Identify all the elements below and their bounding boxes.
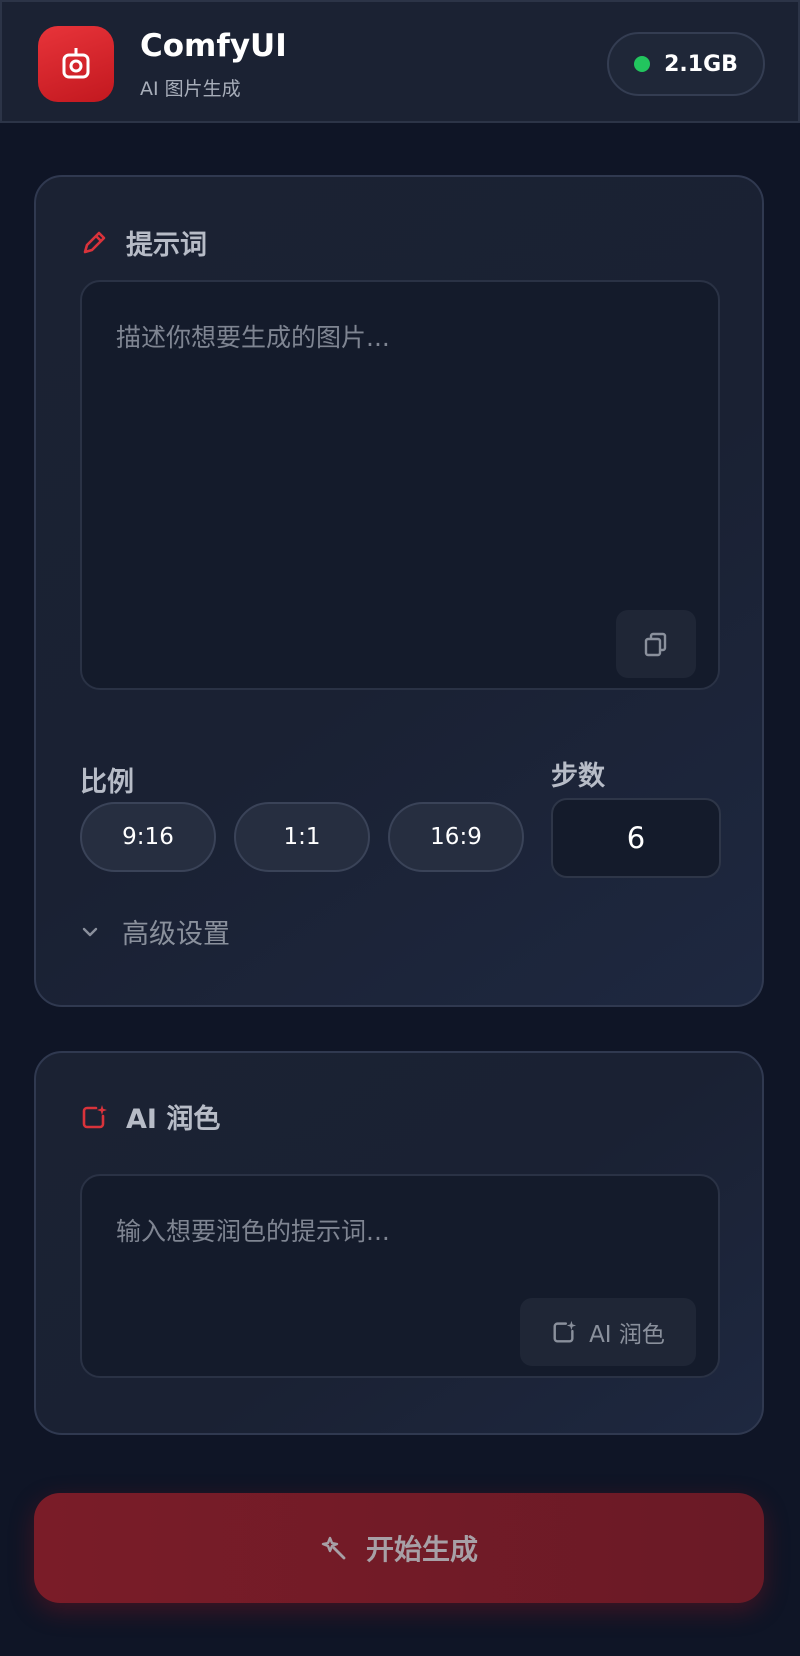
generate-button[interactable]: 开始生成: [34, 1493, 764, 1603]
status-dot-icon: [634, 56, 651, 72]
app-title: ComfyUI: [140, 28, 287, 64]
sparkle-square-icon: [82, 1104, 107, 1128]
app-logo: [38, 26, 114, 102]
prompt-card: 提示词 描述你想要生成的图片... 比例 9:16 1:1 16:9 步数 6 …: [34, 175, 764, 1007]
advanced-settings-label: 高级设置: [122, 919, 230, 950]
generate-button-label: 开始生成: [365, 1533, 478, 1566]
ai-polish-button[interactable]: AI 润色: [520, 1298, 696, 1366]
polish-card: AI 润色 输入想要润色的提示词... AI 润色: [34, 1051, 764, 1435]
robot-camera-icon: [62, 48, 90, 79]
ratio-label: 比例: [80, 767, 134, 798]
polish-input[interactable]: 输入想要润色的提示词... AI 润色: [80, 1174, 720, 1378]
magic-wand-icon: [321, 1536, 346, 1560]
memory-value: 2.1GB: [664, 51, 738, 77]
sparkle-square-icon: [553, 1320, 577, 1343]
ratio-button-16-9[interactable]: 16:9: [388, 802, 524, 872]
copy-icon: [644, 632, 667, 657]
prompt-section-header: 提示词: [80, 223, 207, 262]
ai-polish-button-label: AI 润色: [589, 1322, 665, 1348]
steps-label: 步数: [551, 761, 605, 792]
prompt-placeholder: 描述你想要生成的图片...: [116, 323, 390, 352]
prompt-input[interactable]: 描述你想要生成的图片...: [80, 280, 720, 690]
memory-status-badge: 2.1GB: [607, 32, 765, 96]
prompt-title: 提示词: [126, 230, 207, 261]
steps-input[interactable]: 6: [551, 798, 721, 878]
copy-button[interactable]: [616, 610, 696, 678]
chevron-down-icon: [82, 927, 98, 936]
app-subtitle: AI 图片生成: [140, 78, 241, 100]
polish-section-header: AI 润色: [80, 1097, 220, 1136]
polish-title: AI 润色: [126, 1104, 221, 1135]
polish-placeholder: 输入想要润色的提示词...: [116, 1217, 390, 1246]
pencil-icon: [83, 231, 106, 253]
app-header: ComfyUI AI 图片生成 2.1GB: [0, 0, 800, 123]
ratio-button-1-1[interactable]: 1:1: [234, 802, 370, 872]
advanced-settings-toggle[interactable]: 高级设置: [80, 912, 230, 951]
ratio-button-9-16[interactable]: 9:16: [80, 802, 216, 872]
